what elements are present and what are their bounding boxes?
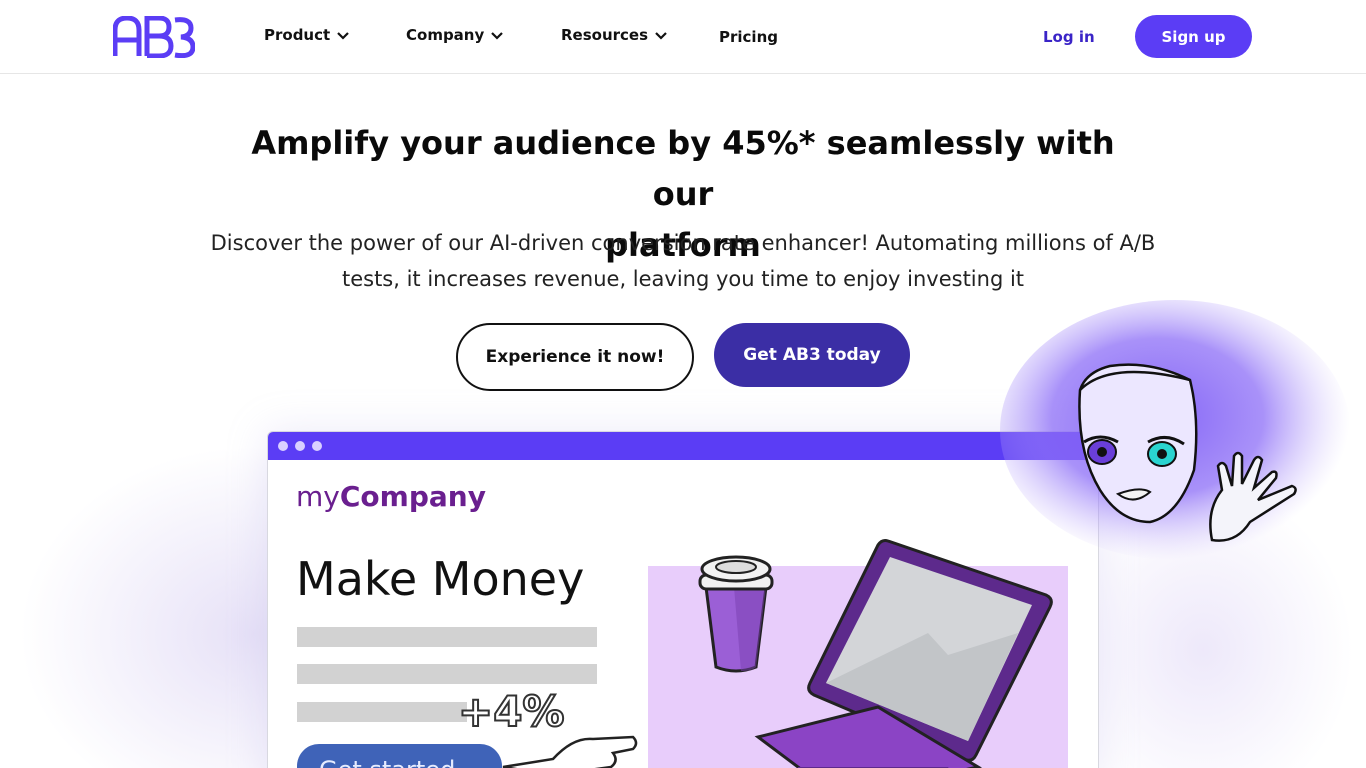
tablet-illustration bbox=[754, 539, 1053, 768]
hero-subtitle: Discover the power of our AI-driven conv… bbox=[190, 225, 1176, 297]
mascot-waving-illustration bbox=[1000, 300, 1350, 560]
placeholder-line bbox=[297, 664, 597, 684]
browser-title-bar bbox=[268, 432, 1098, 460]
pointing-hand-icon bbox=[502, 735, 638, 768]
chevron-down-icon bbox=[337, 32, 349, 40]
get-ab3-button[interactable]: Get AB3 today bbox=[714, 323, 910, 387]
placeholder-line bbox=[297, 702, 467, 722]
mock-headline: Make Money bbox=[296, 552, 585, 606]
nav-resources-label: Resources bbox=[561, 26, 649, 44]
ab3-logo[interactable] bbox=[113, 16, 195, 58]
hero-title-line1: Amplify your audience by 45%* seamlessly… bbox=[251, 124, 1115, 213]
chevron-down-icon bbox=[491, 32, 504, 40]
window-dot bbox=[312, 441, 322, 451]
nav-resources[interactable]: Resources bbox=[561, 26, 668, 44]
site-header: Product Company Resources Pricing Log in… bbox=[0, 0, 1366, 74]
nav-pricing[interactable]: Pricing bbox=[719, 28, 778, 46]
nav-pricing-label: Pricing bbox=[719, 28, 778, 46]
nav-product[interactable]: Product bbox=[264, 26, 350, 44]
window-dot bbox=[278, 441, 288, 451]
nav-company-label: Company bbox=[406, 26, 485, 44]
hero-subtitle-line2: tests, it increases revenue, leaving you… bbox=[341, 267, 1025, 291]
signup-button[interactable]: Sign up bbox=[1135, 15, 1252, 58]
mock-cta-button: Get started bbox=[297, 744, 502, 768]
chevron-down-icon bbox=[655, 32, 667, 40]
mock-brand-light: my bbox=[296, 480, 340, 513]
experience-button[interactable]: Experience it now! bbox=[456, 323, 694, 391]
mock-brand: myCompany bbox=[296, 480, 486, 513]
login-link[interactable]: Log in bbox=[1043, 28, 1095, 46]
placeholder-line bbox=[297, 627, 597, 647]
browser-mockup: myCompany Make Money Get started +4% bbox=[267, 431, 1099, 768]
window-dot bbox=[295, 441, 305, 451]
mock-brand-bold: Company bbox=[339, 480, 486, 513]
nav-product-label: Product bbox=[264, 26, 331, 44]
hero-subtitle-line1: Discover the power of our AI-driven conv… bbox=[210, 231, 1156, 255]
nav-company[interactable]: Company bbox=[406, 26, 504, 44]
